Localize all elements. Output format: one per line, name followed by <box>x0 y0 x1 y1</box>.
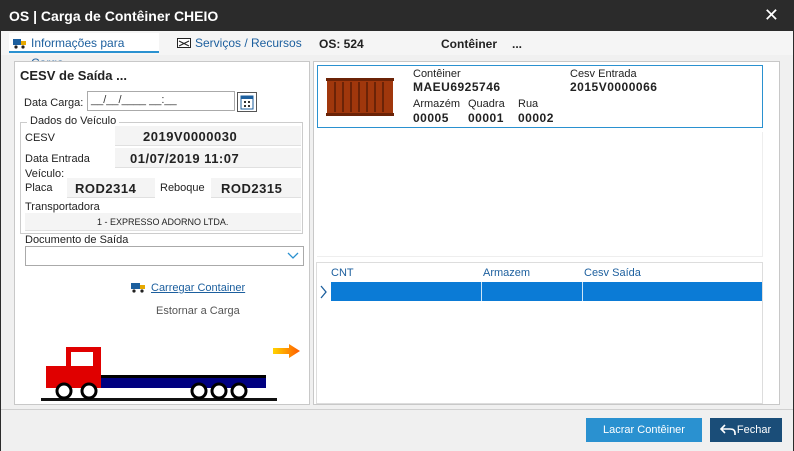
data-carga-input[interactable]: __/__/____ __:__ <box>87 91 235 111</box>
reboque-value: ROD2315 <box>221 181 283 196</box>
grid-header-cnt[interactable]: CNT <box>331 267 354 279</box>
cesv-saida-panel: CESV de Saída ... Data Carga: __/__/____… <box>14 61 310 405</box>
cesv-saida-title: CESV de Saída ... <box>20 68 127 83</box>
rua-value: 00002 <box>518 111 554 125</box>
grid-col-separator <box>582 282 583 301</box>
os-number: OS: 524 <box>319 37 364 51</box>
tab-servicos-recursos[interactable]: Serviços / Recursos <box>173 33 303 53</box>
armazem-label: Armazém <box>413 98 461 110</box>
data-carga-label: Data Carga: <box>24 97 84 109</box>
fechar-button[interactable]: Fechar <box>710 418 782 442</box>
transportadora-value: 1 - EXPRESSO ADORNO LTDA. <box>97 217 229 227</box>
grid-col-separator <box>481 282 482 301</box>
row-indicator-icon <box>320 285 327 299</box>
documento-saida-select[interactable] <box>25 246 304 266</box>
carregar-container-link[interactable]: Carregar Container <box>151 282 245 294</box>
container-icon <box>326 78 394 116</box>
cesv-value: 2019V0000030 <box>143 129 238 144</box>
container-header-value: ... <box>512 37 523 51</box>
grid-header-cesv-saida[interactable]: Cesv Saída <box>584 267 641 279</box>
tab-bar: Informações para Carga Serviços / Recurs… <box>1 31 793 70</box>
dialog-footer: Lacrar Contêiner Fechar <box>1 409 793 451</box>
calendar-icon[interactable] <box>237 92 257 112</box>
window-title: OS | Carga de Contêiner CHEIO <box>9 8 219 24</box>
cnt-grid: CNT Armazem Cesv Saída <box>316 262 763 404</box>
cesv-label: CESV <box>25 132 55 144</box>
close-icon[interactable]: ✕ <box>764 5 779 26</box>
conteiner-value: MAEU6925746 <box>413 80 501 94</box>
truck-icon <box>13 39 26 49</box>
transportadora-label: Transportadora <box>25 201 100 213</box>
placa-label: Placa <box>25 182 53 194</box>
truck-illustration <box>41 347 277 401</box>
lacrar-label: Lacrar Contêiner <box>603 424 685 436</box>
documento-saida-label: Documento de Saída <box>25 234 129 246</box>
lacrar-conteiner-button[interactable]: Lacrar Contêiner <box>586 418 702 442</box>
chevron-down-icon <box>287 252 299 259</box>
conteiner-label: Contêiner <box>413 68 461 80</box>
grid-header-armazem[interactable]: Armazem <box>483 267 530 279</box>
tab-label: Serviços / Recursos <box>195 36 302 50</box>
quadra-label: Quadra <box>468 98 505 110</box>
estornar-carga-link[interactable]: Estornar a Carga <box>156 305 240 317</box>
tab-informacoes-carga[interactable]: Informações para Carga <box>9 33 159 70</box>
container-panel: Contêiner MAEU6925746 Cesv Entrada 2015V… <box>313 61 780 405</box>
rua-label: Rua <box>518 98 539 110</box>
services-icon <box>177 38 191 48</box>
container-list-area <box>317 132 763 257</box>
data-entrada-label: Data Entrada <box>25 153 90 165</box>
title-bar: OS | Carga de Contêiner CHEIO ✕ <box>1 1 793 31</box>
container-card[interactable]: Contêiner MAEU6925746 Cesv Entrada 2015V… <box>317 65 763 128</box>
truck-load-icon <box>131 283 145 293</box>
dialog-window: OS | Carga de Contêiner CHEIO ✕ Informaç… <box>0 0 794 451</box>
reboque-label: Reboque <box>160 182 205 194</box>
placa-value: ROD2314 <box>75 181 137 196</box>
data-entrada-value: 01/07/2019 11:07 <box>130 151 240 166</box>
container-header-label: Contêiner <box>441 37 498 51</box>
quadra-value: 00001 <box>468 111 504 125</box>
undo-icon <box>720 424 736 435</box>
armazem-value: 00005 <box>413 111 449 125</box>
grid-row-selected[interactable] <box>331 282 762 301</box>
cesv-entrada-label: Cesv Entrada <box>570 68 637 80</box>
veiculo-label: Veículo: <box>25 168 65 180</box>
dados-veiculo-label: Dados do Veículo <box>27 115 120 127</box>
cesv-entrada-value: 2015V0000066 <box>570 80 658 94</box>
